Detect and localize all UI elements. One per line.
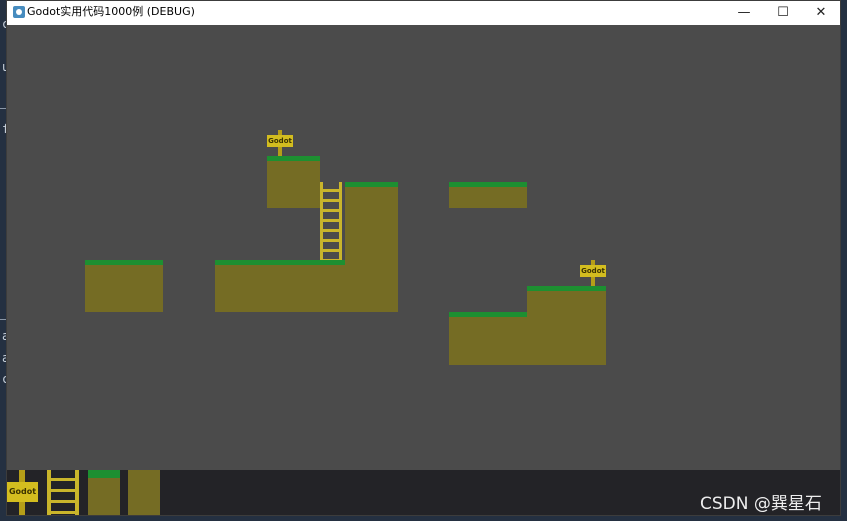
grass-top — [88, 470, 120, 478]
close-button[interactable]: ✕ — [801, 1, 841, 25]
grass-top — [85, 260, 163, 265]
ladder — [320, 182, 342, 260]
window-title: Godot实用代码1000例 (DEBUG) — [27, 5, 195, 18]
watermark: CSDN @巽星石 — [700, 494, 822, 514]
ground-block — [449, 312, 527, 365]
sign-label: Godot — [267, 135, 293, 147]
minimize-button[interactable]: — — [724, 1, 764, 25]
game-viewport[interactable]: Godot Godot — [7, 25, 840, 470]
sign-label: Godot — [7, 482, 38, 502]
ground-step — [527, 286, 606, 365]
palette-ladder-tile[interactable] — [47, 470, 79, 515]
sign-label: Godot — [580, 265, 606, 277]
grass-top — [345, 182, 398, 187]
grass-top — [267, 156, 320, 161]
godot-app-icon — [13, 6, 25, 18]
grass-top — [215, 260, 345, 265]
game-window: Godot实用代码1000例 (DEBUG) — ☐ ✕ Godot Godot… — [7, 1, 840, 515]
godot-sign: Godot — [580, 260, 606, 286]
editor-divider — [0, 319, 6, 320]
upper-block — [267, 156, 320, 208]
godot-sign: Godot — [267, 130, 293, 156]
palette-grass-tile[interactable] — [88, 470, 120, 515]
palette-sign-tile[interactable]: Godot — [7, 470, 40, 515]
grass-top — [449, 312, 527, 317]
grass-top — [527, 286, 606, 291]
title-bar[interactable]: Godot实用代码1000例 (DEBUG) — ☐ ✕ — [7, 1, 840, 25]
grass-top — [449, 182, 527, 187]
palette-dirt-tile[interactable] — [128, 470, 160, 515]
editor-divider — [0, 108, 6, 109]
ground-block — [85, 260, 163, 312]
maximize-button[interactable]: ☐ — [763, 1, 803, 25]
ground-pillar — [345, 182, 398, 312]
